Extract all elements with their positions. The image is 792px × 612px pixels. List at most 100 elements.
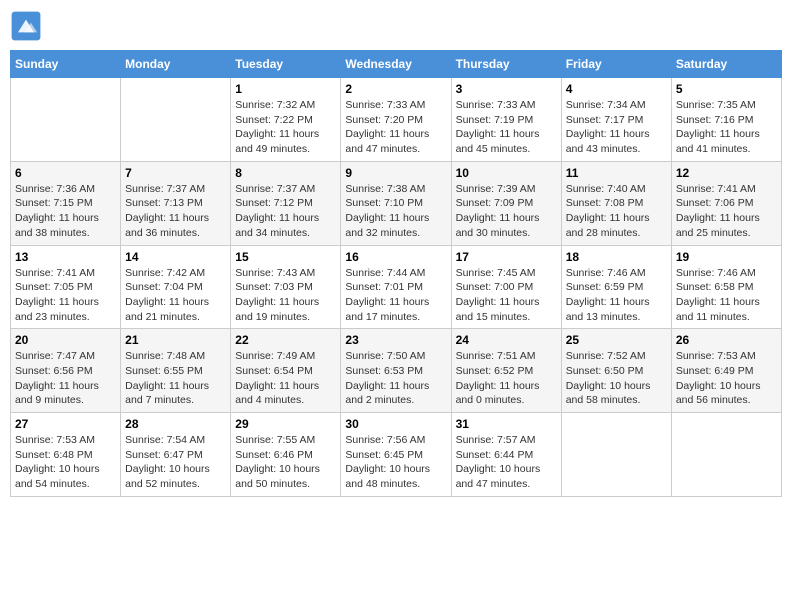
day-info: Sunrise: 7:53 AM Sunset: 6:49 PM Dayligh… <box>676 349 777 408</box>
day-number: 28 <box>125 417 226 431</box>
day-info: Sunrise: 7:41 AM Sunset: 7:05 PM Dayligh… <box>15 266 116 325</box>
day-number: 25 <box>566 333 667 347</box>
day-info: Sunrise: 7:37 AM Sunset: 7:13 PM Dayligh… <box>125 182 226 241</box>
calendar-cell: 5Sunrise: 7:35 AM Sunset: 7:16 PM Daylig… <box>671 78 781 162</box>
calendar-cell: 17 Sunrise: 7:45 AM Sunset: 7:00 PM Dayli… <box>451 245 561 329</box>
day-number: 8 <box>235 166 336 180</box>
day-info: Sunrise: 7:46 AM Sunset: 6:58 PM Dayligh… <box>676 266 777 325</box>
calendar-cell: 9 Sunrise: 7:38 AM Sunset: 7:10 PM Daylig… <box>341 161 451 245</box>
day-number: 16 <box>345 250 446 264</box>
calendar-header-wednesday: Wednesday <box>341 51 451 78</box>
calendar-cell: 24 Sunrise: 7:51 AM Sunset: 6:52 PM Dayli… <box>451 329 561 413</box>
day-info: Sunrise: 7:44 AM Sunset: 7:01 PM Dayligh… <box>345 266 446 325</box>
day-info: Sunrise: 7:57 AM Sunset: 6:44 PM Dayligh… <box>456 433 557 492</box>
calendar-cell: 13 Sunrise: 7:41 AM Sunset: 7:05 PM Dayli… <box>11 245 121 329</box>
calendar-cell: 6Sunrise: 7:36 AM Sunset: 7:15 PM Daylig… <box>11 161 121 245</box>
day-number: 5 <box>676 82 777 96</box>
day-number: 13 <box>15 250 116 264</box>
day-number: 26 <box>676 333 777 347</box>
calendar-header-tuesday: Tuesday <box>231 51 341 78</box>
day-info: Sunrise: 7:42 AM Sunset: 7:04 PM Dayligh… <box>125 266 226 325</box>
day-info: Sunrise: 7:34 AM Sunset: 7:17 PM Dayligh… <box>566 98 667 157</box>
day-info: Sunrise: 7:36 AM Sunset: 7:15 PM Dayligh… <box>15 182 116 241</box>
day-info: Sunrise: 7:48 AM Sunset: 6:55 PM Dayligh… <box>125 349 226 408</box>
day-number: 19 <box>676 250 777 264</box>
calendar-cell <box>11 78 121 162</box>
day-info: Sunrise: 7:55 AM Sunset: 6:46 PM Dayligh… <box>235 433 336 492</box>
calendar-week-4: 20 Sunrise: 7:47 AM Sunset: 6:56 PM Dayli… <box>11 329 782 413</box>
calendar-week-5: 27 Sunrise: 7:53 AM Sunset: 6:48 PM Dayli… <box>11 413 782 497</box>
day-number: 2 <box>345 82 446 96</box>
calendar-cell: 18 Sunrise: 7:46 AM Sunset: 6:59 PM Dayli… <box>561 245 671 329</box>
day-info: Sunrise: 7:45 AM Sunset: 7:00 PM Dayligh… <box>456 266 557 325</box>
day-number: 9 <box>345 166 446 180</box>
calendar-cell: 25 Sunrise: 7:52 AM Sunset: 6:50 PM Dayli… <box>561 329 671 413</box>
day-number: 12 <box>676 166 777 180</box>
calendar-cell: 8 Sunrise: 7:37 AM Sunset: 7:12 PM Daylig… <box>231 161 341 245</box>
page-header <box>10 10 782 42</box>
calendar-header-monday: Monday <box>121 51 231 78</box>
calendar-cell: 27 Sunrise: 7:53 AM Sunset: 6:48 PM Dayli… <box>11 413 121 497</box>
day-info: Sunrise: 7:53 AM Sunset: 6:48 PM Dayligh… <box>15 433 116 492</box>
calendar-cell: 21 Sunrise: 7:48 AM Sunset: 6:55 PM Dayli… <box>121 329 231 413</box>
day-info: Sunrise: 7:37 AM Sunset: 7:12 PM Dayligh… <box>235 182 336 241</box>
day-number: 1 <box>235 82 336 96</box>
day-info: Sunrise: 7:41 AM Sunset: 7:06 PM Dayligh… <box>676 182 777 241</box>
calendar-cell: 29 Sunrise: 7:55 AM Sunset: 6:46 PM Dayli… <box>231 413 341 497</box>
day-info: Sunrise: 7:40 AM Sunset: 7:08 PM Dayligh… <box>566 182 667 241</box>
calendar-header-thursday: Thursday <box>451 51 561 78</box>
day-number: 23 <box>345 333 446 347</box>
day-number: 30 <box>345 417 446 431</box>
day-info: Sunrise: 7:50 AM Sunset: 6:53 PM Dayligh… <box>345 349 446 408</box>
calendar-header-saturday: Saturday <box>671 51 781 78</box>
day-number: 20 <box>15 333 116 347</box>
day-info: Sunrise: 7:39 AM Sunset: 7:09 PM Dayligh… <box>456 182 557 241</box>
day-info: Sunrise: 7:43 AM Sunset: 7:03 PM Dayligh… <box>235 266 336 325</box>
calendar-cell: 23 Sunrise: 7:50 AM Sunset: 6:53 PM Dayli… <box>341 329 451 413</box>
day-info: Sunrise: 7:32 AM Sunset: 7:22 PM Dayligh… <box>235 98 336 157</box>
calendar-week-1: 1 Sunrise: 7:32 AM Sunset: 7:22 PM Daylig… <box>11 78 782 162</box>
day-number: 10 <box>456 166 557 180</box>
calendar-cell: 15Sunrise: 7:43 AM Sunset: 7:03 PM Dayli… <box>231 245 341 329</box>
calendar-header-friday: Friday <box>561 51 671 78</box>
day-info: Sunrise: 7:33 AM Sunset: 7:20 PM Dayligh… <box>345 98 446 157</box>
calendar-cell: 10 Sunrise: 7:39 AM Sunset: 7:09 PM Dayli… <box>451 161 561 245</box>
calendar-cell <box>561 413 671 497</box>
day-number: 31 <box>456 417 557 431</box>
calendar-cell: 20 Sunrise: 7:47 AM Sunset: 6:56 PM Dayli… <box>11 329 121 413</box>
calendar-header-sunday: Sunday <box>11 51 121 78</box>
calendar-header-row: SundayMondayTuesdayWednesdayThursdayFrid… <box>11 51 782 78</box>
calendar-cell: 26 Sunrise: 7:53 AM Sunset: 6:49 PM Dayli… <box>671 329 781 413</box>
day-info: Sunrise: 7:38 AM Sunset: 7:10 PM Dayligh… <box>345 182 446 241</box>
calendar-cell <box>671 413 781 497</box>
day-number: 14 <box>125 250 226 264</box>
logo <box>10 10 46 42</box>
day-number: 4 <box>566 82 667 96</box>
calendar-cell: 12 Sunrise: 7:41 AM Sunset: 7:06 PM Dayli… <box>671 161 781 245</box>
day-number: 21 <box>125 333 226 347</box>
day-info: Sunrise: 7:46 AM Sunset: 6:59 PM Dayligh… <box>566 266 667 325</box>
calendar-cell: 19 Sunrise: 7:46 AM Sunset: 6:58 PM Dayli… <box>671 245 781 329</box>
day-info: Sunrise: 7:33 AM Sunset: 7:19 PM Dayligh… <box>456 98 557 157</box>
day-info: Sunrise: 7:47 AM Sunset: 6:56 PM Dayligh… <box>15 349 116 408</box>
day-info: Sunrise: 7:56 AM Sunset: 6:45 PM Dayligh… <box>345 433 446 492</box>
day-info: Sunrise: 7:49 AM Sunset: 6:54 PM Dayligh… <box>235 349 336 408</box>
calendar-cell: 1 Sunrise: 7:32 AM Sunset: 7:22 PM Daylig… <box>231 78 341 162</box>
calendar-cell: 30 Sunrise: 7:56 AM Sunset: 6:45 PM Dayli… <box>341 413 451 497</box>
calendar-cell: 28Sunrise: 7:54 AM Sunset: 6:47 PM Dayli… <box>121 413 231 497</box>
calendar-cell: 22Sunrise: 7:49 AM Sunset: 6:54 PM Dayli… <box>231 329 341 413</box>
day-number: 29 <box>235 417 336 431</box>
day-number: 17 <box>456 250 557 264</box>
day-info: Sunrise: 7:51 AM Sunset: 6:52 PM Dayligh… <box>456 349 557 408</box>
calendar-cell: 3 Sunrise: 7:33 AM Sunset: 7:19 PM Daylig… <box>451 78 561 162</box>
calendar-cell: 14 Sunrise: 7:42 AM Sunset: 7:04 PM Dayli… <box>121 245 231 329</box>
day-number: 18 <box>566 250 667 264</box>
calendar-cell: 4 Sunrise: 7:34 AM Sunset: 7:17 PM Daylig… <box>561 78 671 162</box>
day-number: 24 <box>456 333 557 347</box>
calendar-cell: 7Sunrise: 7:37 AM Sunset: 7:13 PM Daylig… <box>121 161 231 245</box>
calendar-week-3: 13 Sunrise: 7:41 AM Sunset: 7:05 PM Dayli… <box>11 245 782 329</box>
day-number: 27 <box>15 417 116 431</box>
calendar-week-2: 6Sunrise: 7:36 AM Sunset: 7:15 PM Daylig… <box>11 161 782 245</box>
day-info: Sunrise: 7:52 AM Sunset: 6:50 PM Dayligh… <box>566 349 667 408</box>
day-number: 3 <box>456 82 557 96</box>
